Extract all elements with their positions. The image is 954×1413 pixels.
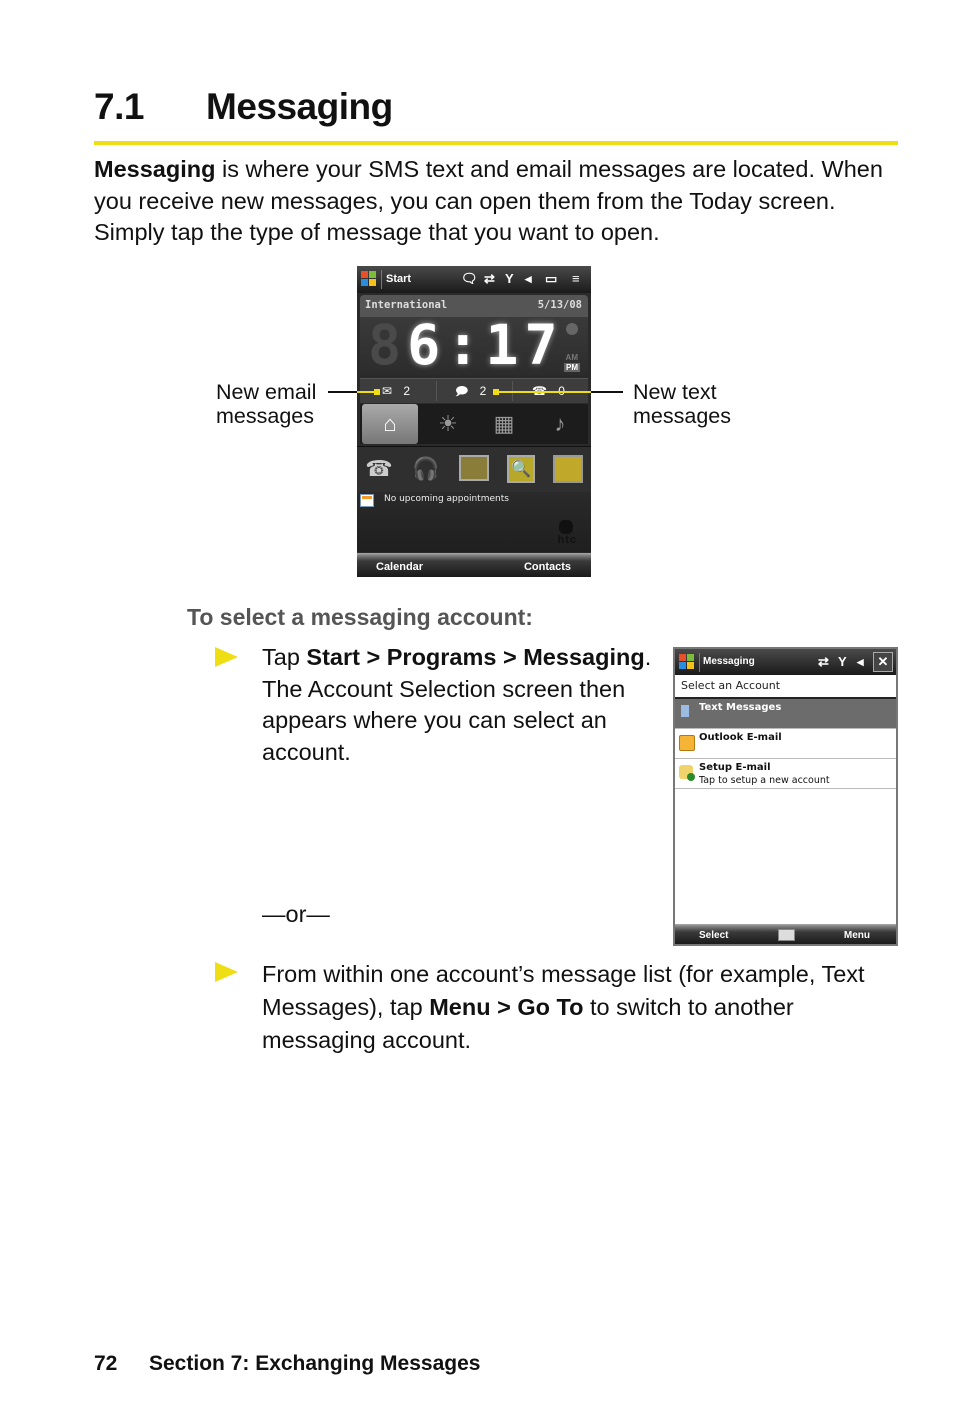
callout-leader-line bbox=[496, 391, 591, 393]
htc-brand: htc bbox=[557, 534, 577, 546]
start-label[interactable]: Start bbox=[386, 273, 411, 285]
callout-line1: New text bbox=[633, 380, 717, 404]
weather-sun-icon[interactable]: ☀ bbox=[420, 404, 476, 444]
sms-bubble-icon: 🗩 bbox=[455, 384, 469, 398]
appointment-text: No upcoming appointments bbox=[384, 494, 509, 504]
select-softkey[interactable]: Select bbox=[699, 930, 728, 941]
contacts-softkey[interactable]: Contacts bbox=[524, 561, 571, 573]
account-outlook-email[interactable]: Outlook E-mail bbox=[675, 729, 896, 759]
calendar-softkey[interactable]: Calendar bbox=[376, 561, 423, 573]
section-number: 7.1 bbox=[94, 86, 144, 127]
text-count: 2 bbox=[479, 384, 487, 398]
menu-icon[interactable]: ≡ bbox=[572, 271, 580, 286]
account-name: Outlook E-mail bbox=[699, 732, 782, 743]
menu-softkey[interactable]: Menu bbox=[844, 930, 870, 941]
section-heading: 7.1 Messaging bbox=[94, 86, 393, 128]
volume-icon[interactable]: ◂ bbox=[525, 271, 532, 287]
email-count: 2 bbox=[403, 384, 411, 398]
today-tabs: ⌂ ☀ ▦ ♪ bbox=[360, 404, 588, 444]
apps-grid-icon[interactable]: ▦ bbox=[476, 404, 532, 444]
section-label: Section 7: Exchanging Messages bbox=[149, 1352, 481, 1375]
sync-arrows-icon[interactable]: ⇄ bbox=[818, 654, 829, 670]
music-phone-icon[interactable]: ♪ bbox=[532, 404, 588, 444]
step-path: Start > Programs > Messaging bbox=[306, 644, 645, 670]
windows-logo-icon[interactable] bbox=[679, 654, 696, 671]
step-text: Tap bbox=[262, 644, 307, 670]
close-button[interactable]: ✕ bbox=[873, 652, 893, 672]
windows-logo-icon[interactable] bbox=[361, 271, 378, 288]
divider bbox=[436, 381, 437, 401]
callout-dot bbox=[374, 389, 380, 395]
account-setup-email[interactable]: Setup E-mail Tap to setup a new account bbox=[675, 759, 896, 789]
sync-arrows-icon[interactable]: ⇄ bbox=[484, 271, 495, 287]
notification-bubble-icon[interactable]: 🗨 bbox=[461, 271, 478, 287]
title-separator bbox=[381, 270, 382, 289]
headphones-icon[interactable]: 🎧 bbox=[412, 455, 440, 483]
pm-indicator: PM bbox=[564, 363, 580, 372]
calendar-icon bbox=[360, 494, 374, 507]
callout-leader-line bbox=[328, 391, 358, 393]
signal-icon[interactable]: Y bbox=[838, 654, 847, 669]
step-path: Menu > Go To bbox=[429, 994, 584, 1020]
softkey-bar: Select Menu bbox=[675, 924, 896, 944]
callout-line2: messages bbox=[216, 404, 314, 428]
am-indicator: AM bbox=[565, 353, 578, 362]
alarm-clock-icon bbox=[566, 323, 578, 335]
add-plus-icon bbox=[687, 773, 695, 781]
step-1: Tap Start > Programs > Messaging. The Ac… bbox=[262, 642, 662, 768]
callout-new-email: New email messages bbox=[216, 380, 316, 428]
intro-bold-lead: Messaging bbox=[94, 156, 216, 182]
keyboard-icon[interactable] bbox=[778, 929, 795, 941]
people-icon[interactable] bbox=[459, 455, 489, 481]
title-separator bbox=[699, 653, 700, 672]
appointments-area[interactable]: No upcoming appointments htc bbox=[357, 492, 591, 552]
home-icon[interactable]: ⌂ bbox=[362, 404, 418, 444]
app-launcher-row: ☎ 🎧 🔍 bbox=[357, 446, 591, 493]
clock-panel[interactable]: International 5/13/08 86:17 AM PM bbox=[360, 295, 588, 377]
new-email-indicator[interactable]: ✉ 2 bbox=[382, 379, 410, 403]
title-bar: Messaging ⇄ Y ◂ ✕ bbox=[675, 649, 896, 675]
phone-icon[interactable]: ☎ bbox=[365, 455, 393, 483]
clock-city: International bbox=[365, 299, 448, 311]
email-icon: ✉ bbox=[382, 384, 393, 398]
account-text-messages[interactable]: Text Messages bbox=[675, 699, 896, 729]
callout-leader-line bbox=[591, 391, 623, 393]
or-separator: —or— bbox=[262, 901, 330, 927]
page-footer: 72 Section 7: Exchanging Messages bbox=[94, 1352, 480, 1376]
sprint-tv-icon[interactable] bbox=[553, 455, 583, 483]
bullet-arrow-icon bbox=[215, 962, 238, 982]
messaging-screen-screenshot: Messaging ⇄ Y ◂ ✕ Select an Account Text… bbox=[673, 647, 898, 946]
outlook-clock-icon bbox=[679, 735, 695, 751]
account-subtitle: Tap to setup a new account bbox=[699, 775, 830, 786]
signal-icon[interactable]: Y bbox=[505, 271, 514, 286]
search-icon[interactable]: 🔍 bbox=[507, 455, 535, 483]
account-name: Setup E-mail bbox=[699, 762, 771, 773]
callout-line1: New email bbox=[216, 380, 317, 404]
bullet-arrow-icon bbox=[215, 647, 238, 667]
select-account-header: Select an Account bbox=[675, 675, 896, 699]
battery-icon[interactable]: ▭ bbox=[545, 271, 557, 287]
softkey-bar: Calendar Contacts bbox=[357, 553, 591, 577]
page-number: 72 bbox=[94, 1352, 118, 1375]
clock-date: 5/13/08 bbox=[537, 299, 582, 311]
heading-rule bbox=[94, 141, 898, 145]
section-title: Messaging bbox=[206, 86, 393, 127]
callout-line2: messages bbox=[633, 404, 731, 428]
sms-phone-icon bbox=[681, 705, 689, 717]
clock-time: 86:17 bbox=[368, 313, 564, 377]
volume-icon[interactable]: ◂ bbox=[857, 654, 864, 670]
htc-logo-icon bbox=[559, 520, 573, 534]
intro-paragraph: Messaging is where your SMS text and ema… bbox=[94, 154, 904, 249]
title-bar: Start 🗨 ⇄ Y ◂ ▭ ≡ bbox=[357, 266, 591, 293]
new-text-indicator[interactable]: 🗩 2 bbox=[455, 379, 486, 403]
window-title: Messaging bbox=[703, 656, 755, 667]
procedure-heading: To select a messaging account: bbox=[187, 604, 533, 630]
account-name: Text Messages bbox=[699, 702, 782, 713]
step-2: From within one account’s message list (… bbox=[262, 958, 902, 1057]
callout-new-text: New text messages bbox=[633, 380, 731, 428]
today-screen-screenshot: Start 🗨 ⇄ Y ◂ ▭ ≡ International 5/13/08 … bbox=[357, 266, 591, 577]
